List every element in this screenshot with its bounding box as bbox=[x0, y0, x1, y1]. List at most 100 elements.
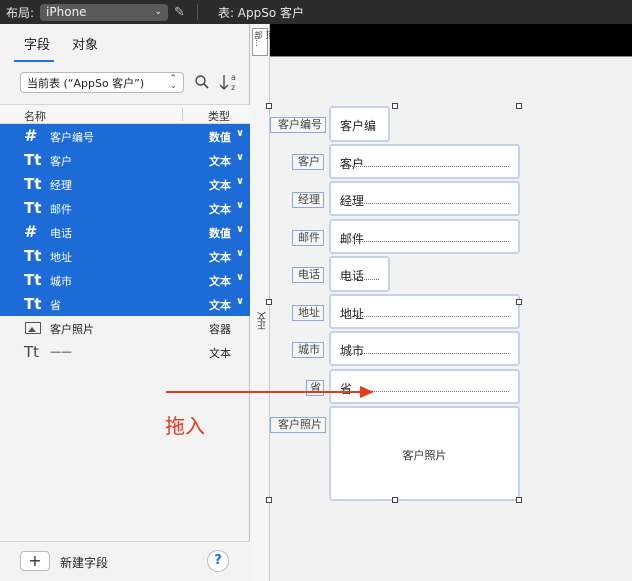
layout-field[interactable]: 经理 bbox=[329, 181, 520, 216]
layout-label[interactable]: 地址 bbox=[292, 305, 324, 321]
field-row[interactable]: Tt 经理 文本 ∨ bbox=[0, 172, 250, 196]
top-toolbar: 布局: iPhone ⌄ ✎ 表: AppSo 客户 bbox=[0, 0, 632, 24]
field-type[interactable]: 文本 bbox=[209, 297, 231, 313]
drag-arrow-icon bbox=[166, 386, 374, 398]
layout-label: 布局: bbox=[6, 5, 35, 20]
selection-handle[interactable] bbox=[392, 103, 398, 109]
text-field-icon: Tt bbox=[24, 271, 42, 289]
field-type[interactable]: 数值 bbox=[209, 225, 231, 241]
field-row[interactable]: Tt 地址 文本 ∨ bbox=[0, 244, 250, 268]
svg-text:z: z bbox=[231, 83, 235, 92]
field-type[interactable]: 文本 bbox=[209, 249, 231, 265]
selection-handle[interactable] bbox=[516, 497, 522, 503]
layout-field-text: 客户 bbox=[340, 157, 365, 171]
pencil-icon[interactable]: ✎ bbox=[174, 5, 185, 20]
layout-field[interactable]: 地址 bbox=[329, 294, 520, 329]
layout-field-text: 城市 bbox=[340, 344, 365, 358]
text-field-icon: Tt bbox=[24, 199, 42, 217]
chevron-down-icon[interactable]: ∨ bbox=[236, 224, 244, 235]
layout-field-text: 客户编 bbox=[340, 119, 377, 133]
layout-field-text: 电话 bbox=[340, 269, 365, 283]
layout-label[interactable]: 城市 bbox=[292, 342, 324, 358]
selection-handle[interactable] bbox=[266, 497, 272, 503]
chevron-down-icon[interactable]: ∨ bbox=[236, 248, 244, 259]
field-name: 城市 bbox=[50, 275, 72, 288]
field-type[interactable]: 文本 bbox=[209, 177, 231, 193]
layout-select-value: iPhone bbox=[46, 5, 87, 19]
layout-field[interactable]: 邮件 bbox=[329, 219, 520, 254]
field-row[interactable]: Tt —— 文本 bbox=[0, 340, 250, 364]
fields-panel: 字段 对象 当前表 (“AppSo 客户”) ⌃ ⌄ a z 名称 类型 # 客户… bbox=[0, 24, 250, 581]
layout-label[interactable]: 经理 bbox=[292, 192, 324, 208]
field-baseline bbox=[340, 316, 509, 317]
field-row[interactable]: # 电话 数值 ∨ bbox=[0, 220, 250, 244]
sort-icon[interactable]: a z bbox=[218, 71, 242, 93]
text-field-icon: Tt bbox=[24, 175, 42, 193]
field-row[interactable]: Tt 城市 文本 ∨ bbox=[0, 268, 250, 292]
field-row[interactable]: # 客户编号 数值 ∨ bbox=[0, 124, 250, 148]
table-title: 表: AppSo 客户 bbox=[217, 5, 305, 20]
field-type[interactable]: 文本 bbox=[209, 201, 231, 217]
layout-label[interactable]: 客户 bbox=[292, 154, 324, 170]
field-row[interactable]: Tt 客户 文本 ∨ bbox=[0, 148, 250, 172]
layout-field[interactable]: 电话 bbox=[329, 256, 390, 292]
layout-label[interactable]: 邮件 bbox=[292, 230, 324, 246]
layout-container-field[interactable]: 客户照片 bbox=[329, 406, 520, 501]
tab-objects[interactable]: 对象 bbox=[72, 34, 98, 53]
header-part[interactable] bbox=[270, 24, 632, 56]
column-name-header[interactable]: 名称 bbox=[24, 108, 46, 124]
add-field-button[interactable]: + bbox=[20, 551, 50, 571]
field-list: # 客户编号 数值 ∨ Tt 客户 文本 ∨ Tt 经理 文本 ∨ Tt 邮件 … bbox=[0, 124, 250, 364]
chevron-down-icon[interactable]: ∨ bbox=[236, 272, 244, 283]
field-name: —— bbox=[50, 345, 72, 358]
field-row[interactable]: Tt 省 文本 ∨ bbox=[0, 292, 250, 316]
field-name: 地址 bbox=[50, 251, 72, 264]
svg-text:a: a bbox=[231, 73, 236, 82]
field-row[interactable]: 客户照片 容器 bbox=[0, 316, 250, 340]
part-label-body[interactable]: 正文 bbox=[256, 312, 269, 330]
layout-label[interactable]: 客户编号 bbox=[270, 117, 326, 133]
part-label-top[interactable]: 顶部… bbox=[252, 28, 274, 56]
help-button[interactable]: ? bbox=[207, 550, 229, 572]
field-type: 文本 bbox=[209, 347, 231, 360]
field-name: 客户照片 bbox=[50, 323, 94, 336]
layout-label[interactable]: 客户照片 bbox=[270, 417, 326, 433]
panel-tabs: 字段 对象 bbox=[0, 24, 250, 62]
selection-handle[interactable] bbox=[516, 103, 522, 109]
table-select[interactable]: 当前表 (“AppSo 客户”) ⌃ ⌄ bbox=[20, 72, 184, 93]
chevron-down-icon[interactable]: ∨ bbox=[236, 200, 244, 211]
field-row[interactable]: Tt 邮件 文本 ∨ bbox=[0, 196, 250, 220]
selection-handle[interactable] bbox=[392, 497, 398, 503]
layout-field[interactable]: 城市 bbox=[329, 331, 520, 366]
field-name: 客户编号 bbox=[50, 131, 94, 144]
field-baseline bbox=[340, 279, 379, 280]
field-type[interactable]: 数值 bbox=[209, 129, 231, 145]
selection-handle[interactable] bbox=[516, 299, 522, 305]
chevron-down-icon[interactable]: ∨ bbox=[236, 128, 244, 139]
layout-field-text: 经理 bbox=[340, 194, 365, 208]
active-tab-indicator bbox=[14, 60, 54, 62]
selection-handle[interactable] bbox=[266, 299, 272, 305]
layout-field[interactable]: 客户编 bbox=[329, 106, 390, 142]
number-field-icon: # bbox=[24, 222, 38, 241]
panel-footer: + 新建字段 ? bbox=[0, 541, 250, 581]
selection-handle[interactable] bbox=[266, 103, 272, 109]
layout-select[interactable]: iPhone ⌄ bbox=[40, 3, 169, 21]
field-type[interactable]: 文本 bbox=[209, 153, 231, 169]
field-type[interactable]: 文本 bbox=[209, 273, 231, 289]
search-icon[interactable] bbox=[194, 74, 210, 90]
layout-field-text: 客户照片 bbox=[402, 449, 447, 462]
layout-field[interactable]: 客户 bbox=[329, 144, 520, 179]
field-name: 电话 bbox=[50, 227, 72, 240]
column-type-header[interactable]: 类型 bbox=[208, 108, 230, 124]
number-field-icon: # bbox=[24, 126, 38, 145]
layout-label[interactable]: 电话 bbox=[292, 267, 324, 283]
add-field-label: 新建字段 bbox=[60, 556, 109, 570]
drag-annotation-label: 拖入 bbox=[165, 414, 205, 438]
chevron-down-icon[interactable]: ∨ bbox=[236, 296, 244, 307]
chevron-down-icon[interactable]: ∨ bbox=[236, 176, 244, 187]
field-baseline bbox=[340, 241, 509, 242]
chevron-down-icon[interactable]: ∨ bbox=[236, 152, 244, 163]
field-name: 客户 bbox=[50, 155, 72, 168]
tab-fields[interactable]: 字段 bbox=[24, 34, 50, 53]
